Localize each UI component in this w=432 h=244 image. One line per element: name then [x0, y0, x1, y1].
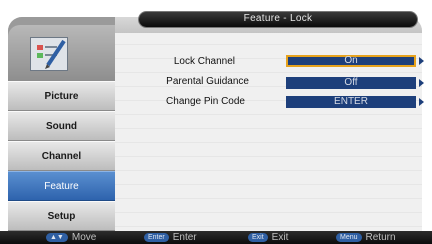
chevron-right-icon[interactable]: [419, 57, 424, 65]
sidebar-item-label: Sound: [45, 120, 78, 132]
change-pin-code-label: Change Pin Code: [166, 96, 245, 107]
enter-key-icon: Enter: [144, 233, 169, 242]
title-bar: Feature - Lock: [138, 11, 418, 28]
change-pin-code-value[interactable]: ENTER: [286, 96, 416, 108]
sidebar-item-channel[interactable]: Channel: [8, 141, 115, 171]
hint-return: Menu Return: [336, 231, 396, 244]
lock-channel-value[interactable]: On: [286, 55, 416, 67]
exit-key-icon: Exit: [248, 233, 268, 242]
lock-channel-label: Lock Channel: [173, 56, 235, 67]
chevron-right-icon[interactable]: [419, 79, 424, 87]
sidebar-item-label: Feature: [44, 180, 79, 192]
hint-label: Enter: [172, 232, 197, 243]
arrow-keys-icon: ▲▼: [46, 233, 68, 242]
sidebar-item-setup[interactable]: Setup: [8, 201, 115, 231]
page-title: Feature - Lock: [243, 13, 313, 24]
sidebar-item-feature[interactable]: Feature: [8, 171, 115, 201]
hint-enter: Enter Enter: [144, 231, 197, 244]
parental-guidance-value[interactable]: Off: [286, 77, 416, 89]
hint-label: Return: [365, 232, 396, 243]
sidebar-item-label: Setup: [47, 210, 76, 222]
parental-guidance-label: Parental Guidance: [166, 76, 249, 87]
menu-key-icon: Menu: [336, 233, 362, 242]
chevron-right-icon[interactable]: [419, 98, 424, 106]
sidebar-item-label: Channel: [41, 150, 82, 162]
menu-panel: Picture Sound Channel Feature Setup: [8, 17, 422, 231]
hint-label: Exit: [271, 232, 289, 243]
sidebar: Picture Sound Channel Feature Setup: [8, 17, 115, 231]
footer-hint-bar: ▲▼ Move Enter Enter Exit Exit Menu Retur…: [0, 231, 432, 244]
hint-move: ▲▼ Move: [46, 231, 96, 244]
hint-exit: Exit Exit: [248, 231, 288, 244]
hint-label: Move: [71, 232, 97, 243]
category-icon-tile: [8, 25, 115, 81]
sidebar-item-sound[interactable]: Sound: [8, 111, 115, 141]
